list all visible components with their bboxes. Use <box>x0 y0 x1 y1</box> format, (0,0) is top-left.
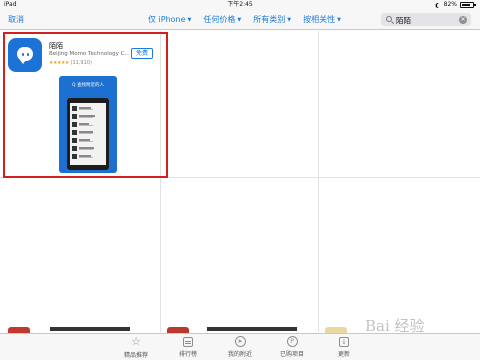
tab-label: 排行榜 <box>178 351 197 358</box>
rating-count: (11,910) <box>70 60 92 66</box>
phone-list-row <box>72 114 104 119</box>
filter-bar: 仅 iPhone ▼ 任何价格 ▼ 所有类别 ▼ 按相关性 ▼ <box>148 14 341 25</box>
result-title-bar <box>207 327 297 331</box>
tab-label: 更新 <box>337 351 350 358</box>
search-query: 陌陌 <box>396 16 411 25</box>
tab-near-me[interactable]: ➤ 我的附近 <box>210 336 270 358</box>
cancel-button[interactable]: 取消 <box>8 14 24 25</box>
grid-divider <box>318 31 319 332</box>
tab-label: 已购项目 <box>279 351 304 358</box>
tab-purchased[interactable]: P 已购项目 <box>262 336 322 358</box>
list-icon <box>183 337 193 347</box>
moon-icon <box>437 3 442 8</box>
app-name[interactable]: 陌陌 <box>49 41 63 51</box>
tab-label: 精品推荐 <box>123 352 148 359</box>
phone-screen <box>70 103 106 165</box>
tab-updates[interactable]: ↓ 更新 <box>314 336 374 358</box>
screenshot-caption: Q 查找附近的人 <box>72 83 104 88</box>
download-icon: ↓ <box>339 337 349 347</box>
filter-category[interactable]: 所有类别 ▼ <box>253 14 291 25</box>
eye-dot <box>27 53 29 56</box>
app-icon[interactable] <box>8 38 42 72</box>
battery-icon <box>460 2 476 8</box>
status-right: 82% <box>436 0 476 10</box>
tab-bar: ☆ 精品推荐 排行榜 ➤ 我的附近 P 已购项目 ↓ 更新 <box>0 333 480 360</box>
app-rating: ★★★★★ (11,910) <box>49 60 92 66</box>
location-icon: ➤ <box>234 336 246 347</box>
rating-stars: ★★★★★ <box>49 60 69 66</box>
phone-list-row <box>72 154 104 159</box>
filter-category-label: 所有类别 <box>253 15 286 24</box>
purchased-icon: P <box>286 336 298 347</box>
status-time: 下午2:45 <box>227 1 253 8</box>
app-store-screen: iPad 下午2:45 82% 取消 仅 iPhone ▼ 任何价格 ▼ 所有类别 ▼… <box>0 0 480 360</box>
caret-down-icon: ▼ <box>187 16 192 23</box>
result-title-bar <box>50 327 130 331</box>
tab-label: 我的附近 <box>227 351 252 358</box>
app-screenshot[interactable]: Q 查找附近的人 <box>59 76 117 173</box>
filter-sort-label: 按相关性 <box>303 15 336 24</box>
chat-bubble-icon <box>17 47 33 64</box>
tab-top-charts[interactable]: 排行榜 <box>158 336 218 358</box>
search-input[interactable]: 陌陌 ✕ <box>381 13 471 26</box>
phone-list-row <box>72 106 104 111</box>
phone-list-row <box>72 122 104 127</box>
battery-percent: 82% <box>443 1 457 8</box>
filter-sort[interactable]: 按相关性 ▼ <box>303 14 341 25</box>
phone-list-row <box>72 138 104 143</box>
caret-down-icon: ▼ <box>287 16 292 23</box>
phone-list-row <box>72 130 104 135</box>
navigation-bar: 取消 仅 iPhone ▼ 任何价格 ▼ 所有类别 ▼ 按相关性 ▼ 陌陌 ✕ <box>0 10 480 30</box>
clear-icon[interactable]: ✕ <box>459 16 467 24</box>
search-icon <box>386 16 392 22</box>
filter-device-label: 仅 iPhone <box>148 15 186 24</box>
eye-dot <box>22 53 24 56</box>
battery-level <box>462 4 471 6</box>
caret-down-icon: ▼ <box>337 16 341 23</box>
star-icon: ☆ <box>131 335 141 348</box>
caret-down-icon: ▼ <box>237 16 242 23</box>
app-developer: Beijing Momo Technology C... <box>49 51 130 57</box>
tab-featured[interactable]: ☆ 精品推荐 <box>106 335 166 360</box>
filter-device[interactable]: 仅 iPhone ▼ <box>148 14 191 25</box>
phone-list-row <box>72 146 104 151</box>
phone-mockup <box>67 98 109 170</box>
get-button[interactable]: 免费 <box>131 48 153 59</box>
filter-price[interactable]: 任何价格 ▼ <box>203 14 241 25</box>
status-bar: iPad 下午2:45 82% <box>0 0 480 10</box>
filter-price-label: 任何价格 <box>203 15 236 24</box>
